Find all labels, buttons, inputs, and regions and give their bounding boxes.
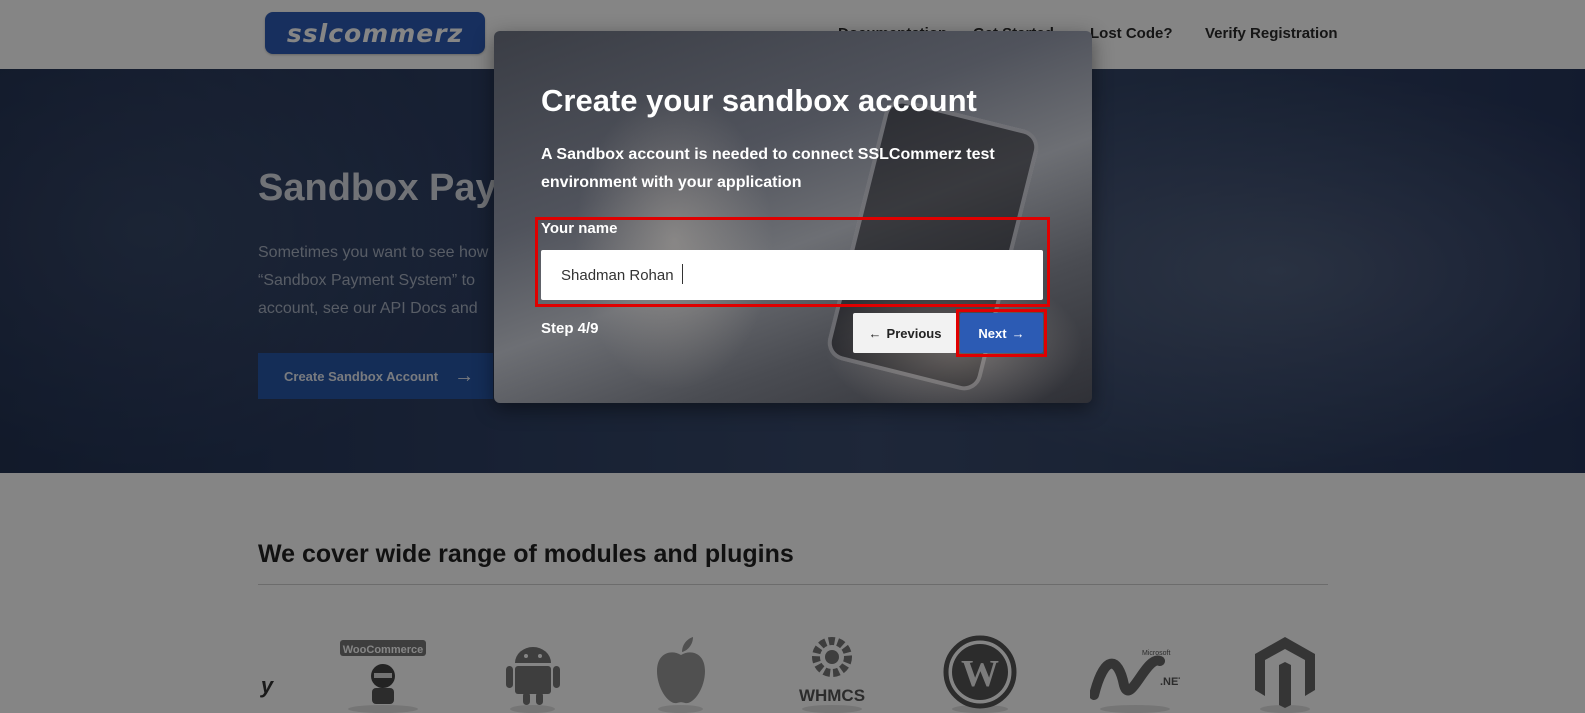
previous-label: Previous <box>886 325 942 341</box>
your-name-input[interactable] <box>541 250 1043 300</box>
text-caret <box>682 264 683 284</box>
sandbox-signup-modal: Create your sandbox account A Sandbox ac… <box>494 31 1092 403</box>
arrow-right-icon: → <box>1011 325 1025 341</box>
modal-description: A Sandbox account is needed to connect S… <box>541 146 995 191</box>
your-name-label: Your name <box>541 220 618 237</box>
modal-title: Create your sandbox account <box>541 83 977 118</box>
next-label: Next <box>978 325 1007 341</box>
previous-button[interactable]: ← Previous <box>853 313 957 353</box>
next-button[interactable]: Next → <box>960 313 1043 353</box>
arrow-left-icon: ← <box>868 325 882 341</box>
step-indicator: Step 4/9 <box>541 320 599 337</box>
